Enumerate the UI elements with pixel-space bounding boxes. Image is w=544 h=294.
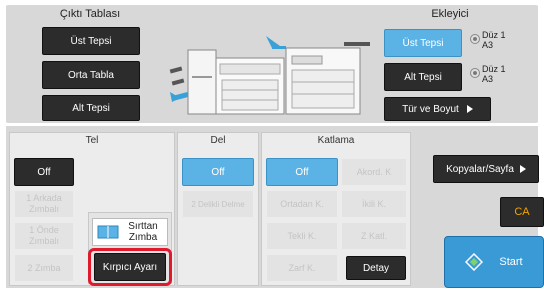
staple-one-back-button[interactable]: 1 Arkada Zımbalı xyxy=(14,190,74,218)
fold-double-button[interactable]: İkili K. xyxy=(341,190,407,218)
fold-envelope-button[interactable]: Zarf K. xyxy=(266,254,338,282)
arrow-right-icon xyxy=(466,105,473,113)
output-lower-tray-button[interactable]: Alt Tepsi xyxy=(42,95,140,121)
punch-off-button[interactable]: Off xyxy=(182,158,254,186)
output-middle-tray-button[interactable]: Orta Tabla xyxy=(42,61,140,89)
staple-title: Tel xyxy=(85,135,99,146)
start-diamond-icon xyxy=(465,253,484,271)
copies-per-page-label: Kopyalar/Sayfa xyxy=(446,163,514,175)
finisher-title: Ekleyici xyxy=(431,8,469,20)
paper-indicator-icon xyxy=(470,68,480,78)
finisher-lower-tray-button[interactable]: Alt Tepsi xyxy=(384,63,462,91)
start-label: Start xyxy=(499,256,523,268)
start-button[interactable]: Start xyxy=(444,236,544,288)
fold-detail-button[interactable]: Detay xyxy=(346,256,406,280)
output-upper-tray-button[interactable]: Üst Tepsi xyxy=(42,27,140,55)
fold-z-button[interactable]: Z Katl. xyxy=(341,222,407,250)
fold-off-button[interactable]: Off xyxy=(266,158,338,186)
fold-title: Katlama xyxy=(317,135,355,146)
printer-illustration-icon xyxy=(169,36,370,115)
saddle-staple-button[interactable]: Sırttan Zımba xyxy=(92,218,168,246)
clear-all-button[interactable]: CA xyxy=(500,197,544,227)
type-size-label: Tür ve Boyut xyxy=(402,103,459,115)
arrow-right-icon xyxy=(519,165,526,173)
fold-center-button[interactable]: Ortadan K. xyxy=(266,190,338,218)
staple-two-button[interactable]: 2 Zımba xyxy=(14,254,74,282)
punch-two-hole-button[interactable]: 2 Delikli Delme xyxy=(182,190,254,218)
fold-tri-button[interactable]: Tekli K. xyxy=(266,222,338,250)
staple-off-button[interactable]: Off xyxy=(14,158,74,186)
staple-one-front-button[interactable]: 1 Önde Zımbalı xyxy=(14,222,74,250)
output-tray-title: Çıktı Tablası xyxy=(59,8,121,20)
finisher-upper-tray-button[interactable]: Üst Tepsi xyxy=(384,29,462,57)
punch-title: Del xyxy=(210,135,226,146)
highlight-box xyxy=(88,248,172,286)
type-size-button[interactable]: Tür ve Boyut xyxy=(384,97,491,121)
paper-indicator-icon xyxy=(470,34,480,44)
saddle-staple-label: Sırttan Zımba xyxy=(128,221,158,243)
fold-accordion-button[interactable]: Akord. K xyxy=(341,158,407,186)
saddle-staple-icon xyxy=(97,225,119,239)
copies-per-page-button[interactable]: Kopyalar/Sayfa xyxy=(433,155,539,183)
